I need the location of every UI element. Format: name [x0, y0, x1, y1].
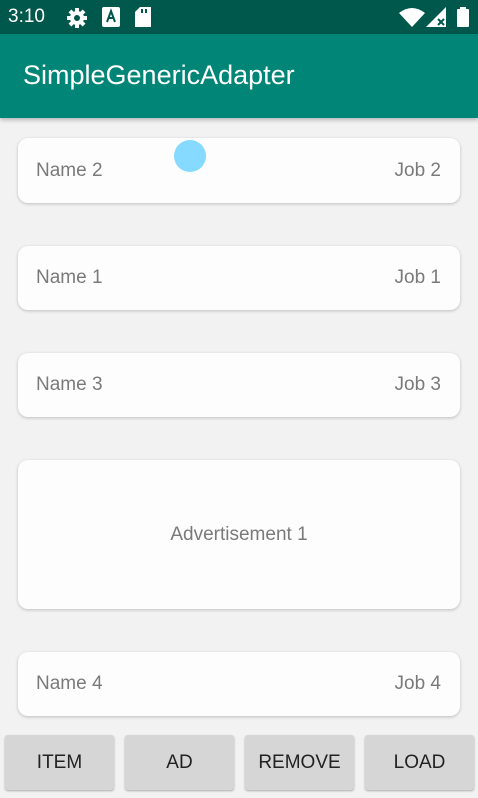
item-job: Job 3	[394, 374, 441, 395]
app-bar: SimpleGenericAdapter	[0, 34, 478, 118]
sd-card-icon	[135, 7, 151, 27]
list-item[interactable]: Name 1 Job 1	[18, 246, 460, 310]
item-name: Name 3	[36, 374, 103, 395]
status-time: 3:10	[8, 6, 45, 27]
button-bar: ITEM AD REMOVE LOAD	[0, 730, 478, 798]
list-item[interactable]: Name 2 Job 2	[18, 138, 460, 203]
remove-button[interactable]: REMOVE	[245, 735, 354, 790]
item-name: Name 1	[36, 267, 103, 288]
app-title: SimpleGenericAdapter	[23, 60, 295, 90]
item-name: Name 4	[36, 673, 103, 694]
battery-icon	[457, 7, 469, 27]
gear-icon	[67, 8, 87, 28]
item-job: Job 4	[394, 673, 441, 694]
load-button[interactable]: LOAD	[365, 735, 474, 790]
item-list[interactable]: Name 2 Job 2 Name 1 Job 1 Name 3 Job 3 A…	[0, 118, 478, 730]
status-bar: 3:10	[0, 0, 478, 34]
a-letter-icon	[102, 7, 120, 27]
list-item[interactable]: Name 3 Job 3	[18, 353, 460, 417]
touch-indicator	[174, 140, 206, 172]
wifi-icon	[399, 8, 425, 27]
signal-icon	[426, 7, 446, 27]
ad-item[interactable]: Advertisement 1	[18, 460, 460, 609]
list-item[interactable]: Name 4 Job 4	[18, 652, 460, 716]
ad-text: Advertisement 1	[170, 523, 308, 545]
item-job: Job 2	[394, 159, 441, 181]
item-button[interactable]: ITEM	[5, 735, 114, 790]
item-name: Name 2	[36, 159, 103, 181]
item-job: Job 1	[394, 267, 441, 288]
ad-button[interactable]: AD	[125, 735, 234, 790]
